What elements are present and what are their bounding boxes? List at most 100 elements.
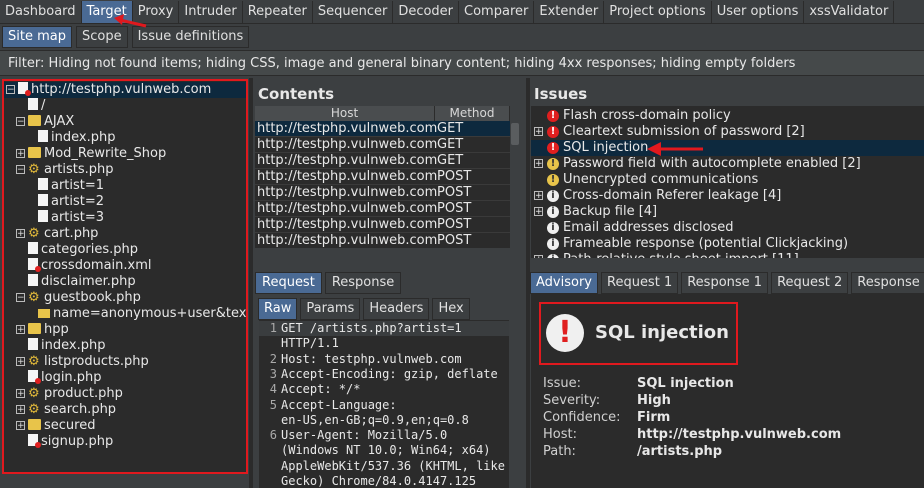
issue-row[interactable]: + i Backup file [4]	[531, 204, 924, 220]
tab-dashboard[interactable]: Dashboard	[0, 1, 82, 23]
method-cell: GET	[437, 153, 464, 168]
tree-node[interactable]: − AJAX	[16, 114, 74, 130]
issue-row[interactable]: +! Cleartext submission of password [2]	[531, 124, 924, 140]
collapse-icon[interactable]: −	[16, 293, 25, 303]
column-header-method[interactable]: Method	[435, 106, 510, 121]
table-row[interactable]: http://testphp.vulnweb.com POST	[255, 201, 510, 217]
tree-node[interactable]: categories.php	[16, 242, 138, 258]
column-header-host[interactable]: Host	[255, 106, 435, 121]
tree-node-label: login.php	[41, 370, 102, 385]
method-cell: POST	[437, 217, 472, 232]
issue-row[interactable]: + i Cross-domain Referer leakage [4]	[531, 188, 924, 204]
table-row[interactable]: http://testphp.vulnweb.com POST	[255, 169, 510, 185]
tab-decoder[interactable]: Decoder	[393, 1, 460, 23]
vertical-splitter[interactable]	[249, 78, 253, 488]
tree-node[interactable]: crossdomain.xml	[16, 258, 152, 274]
issue-row[interactable]: ! Flash cross-domain policy	[531, 108, 924, 124]
tab-user-options[interactable]: User options	[712, 1, 805, 23]
tree-node[interactable]: − ⚙ guestbook.php	[16, 290, 141, 306]
collapse-icon[interactable]: −	[6, 85, 15, 95]
line-number: 5	[269, 397, 277, 412]
tab-sequencer[interactable]: Sequencer	[313, 1, 394, 23]
tab-project-options[interactable]: Project options	[604, 1, 712, 23]
issue-row[interactable]: ! Unencrypted communications	[531, 172, 924, 188]
issue-row[interactable]: ! SQL injection	[531, 140, 924, 156]
issue-row[interactable]: + i Path-relative style sheet import [11]	[531, 252, 924, 258]
tree-node[interactable]: + ⚙ listproducts.php	[16, 354, 149, 370]
severity-high-icon: !	[547, 110, 559, 122]
request-editor[interactable]: 1 GET /artists.php?artist=1 HTTP/1.1 2 Host:…	[259, 320, 519, 488]
tab-extender[interactable]: Extender	[534, 1, 605, 23]
collapse-icon[interactable]: −	[16, 117, 25, 127]
tab-comparer[interactable]: Comparer	[459, 1, 535, 23]
expand-icon[interactable]: +	[16, 149, 25, 159]
tree-node[interactable]: artist=2	[26, 194, 104, 210]
tree-node[interactable]: index.php	[16, 338, 105, 354]
expand-icon[interactable]: +	[534, 159, 543, 169]
view-tab-raw[interactable]: Raw	[258, 298, 298, 320]
tree-node[interactable]: index.php	[26, 130, 115, 146]
issues-list[interactable]: ! Flash cross-domain policy +! Cleartext su…	[531, 106, 924, 258]
expand-icon[interactable]: +	[16, 229, 25, 239]
table-row[interactable]: http://testphp.vulnweb.com GET	[255, 137, 510, 153]
issue-label: Backup file [4]	[563, 204, 658, 219]
issue-row[interactable]: i Frameable response (potential Clickjack…	[531, 236, 924, 252]
tab-intruder[interactable]: Intruder	[179, 1, 243, 23]
expand-icon[interactable]: +	[534, 255, 543, 258]
expand-icon[interactable]: +	[16, 357, 25, 367]
tree-node[interactable]: login.php	[16, 370, 102, 386]
subtab-site-map[interactable]: Site map	[2, 26, 72, 48]
tab-response-1[interactable]: Response 1	[681, 272, 769, 294]
tree-node[interactable]: + Mod_Rewrite_Shop	[16, 146, 166, 162]
table-row[interactable]: http://testphp.vulnweb.com POST	[255, 217, 510, 233]
tab-request[interactable]: Request	[255, 272, 322, 294]
line-text: GET /artists.php?artist=1	[281, 321, 462, 335]
expand-icon[interactable]: +	[534, 207, 543, 217]
expand-icon[interactable]: +	[16, 389, 25, 399]
collapse-icon[interactable]: −	[16, 165, 25, 175]
tree-node[interactable]: + ⚙ cart.php	[16, 226, 98, 242]
tree-node-label: index.php	[51, 130, 116, 145]
issue-row[interactable]: +! Password field with autocomplete enabl…	[531, 156, 924, 172]
tab-response-2[interactable]: Response 2	[851, 272, 924, 294]
request-scrollbar[interactable]	[509, 320, 519, 488]
tab-xssvalidator[interactable]: xssValidator	[804, 1, 895, 23]
expand-icon[interactable]: +	[534, 127, 543, 137]
tab-repeater[interactable]: Repeater	[243, 1, 313, 23]
tree-node[interactable]: − ⚙ artists.php	[16, 162, 114, 178]
tree-node[interactable]: signup.php	[16, 434, 113, 450]
tree-node[interactable]: + hpp	[16, 322, 69, 338]
tree-node-label: guestbook.php	[44, 290, 141, 305]
expand-icon[interactable]: +	[16, 405, 25, 415]
contents-scroll-thumb[interactable]	[511, 123, 519, 145]
file-icon	[28, 242, 38, 254]
table-row[interactable]: http://testphp.vulnweb.com GET	[255, 153, 510, 169]
tree-node[interactable]: + ⚙ product.php	[16, 386, 123, 402]
tree-node[interactable]: /	[16, 98, 45, 114]
tab-response[interactable]: Response	[324, 272, 402, 294]
table-row[interactable]: http://testphp.vulnweb.com GET	[255, 121, 510, 137]
expand-icon[interactable]: +	[534, 191, 543, 201]
table-row[interactable]: http://testphp.vulnweb.com POST	[255, 233, 510, 248]
contents-table[interactable]: Host Method http://testphp.vulnweb.com GET h…	[255, 106, 510, 248]
filter-bar[interactable]: Filter: Hiding not found items; hiding C…	[0, 50, 924, 76]
tree-node[interactable]: + secured	[16, 418, 95, 434]
tab-request-1[interactable]: Request 1	[601, 272, 679, 294]
tab-advisory[interactable]: Advisory	[530, 272, 598, 294]
issue-label: SQL injection	[563, 140, 649, 155]
tree-node[interactable]: artist=3	[26, 210, 104, 226]
tree-node[interactable]: disclaimer.php	[16, 274, 136, 290]
tab-request-2[interactable]: Request 2	[771, 272, 849, 294]
view-tab-params[interactable]: Params	[300, 298, 361, 320]
tree-node[interactable]: artist=1	[26, 178, 104, 194]
expand-icon[interactable]: +	[16, 421, 25, 431]
view-tab-headers[interactable]: Headers	[363, 298, 430, 320]
tree-node[interactable]: name=anonymous+user&text	[26, 306, 246, 322]
expand-icon[interactable]: +	[16, 325, 25, 335]
view-tab-hex[interactable]: Hex	[432, 298, 470, 320]
table-row[interactable]: http://testphp.vulnweb.com POST	[255, 185, 510, 201]
issue-row[interactable]: i Email addresses disclosed	[531, 220, 924, 236]
site-map-tree[interactable]: − http://testphp.vulnweb.com / − AJAX index.p…	[3, 80, 246, 473]
tree-node[interactable]: − http://testphp.vulnweb.com	[3, 82, 246, 98]
tree-node[interactable]: + ⚙ search.php	[16, 402, 116, 418]
